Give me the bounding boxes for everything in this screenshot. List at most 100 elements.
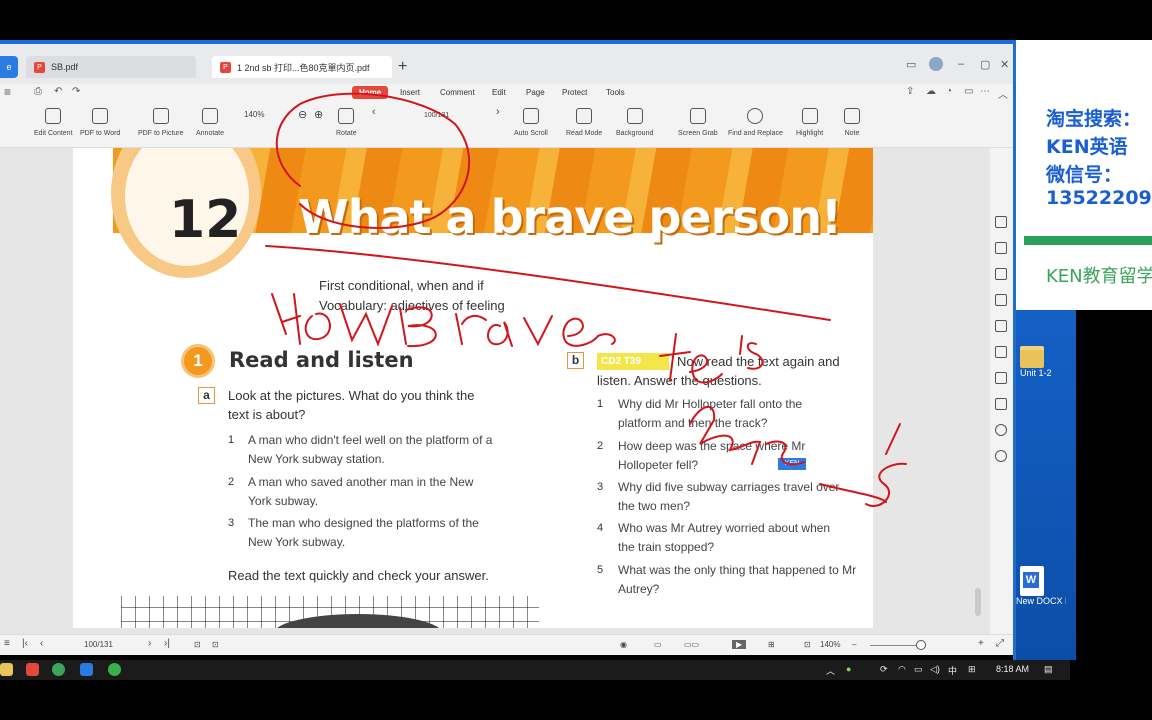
highlight-button[interactable]: Highlight: [796, 108, 823, 137]
fit-page-icon[interactable]: ⊡: [194, 640, 201, 649]
first-page-icon[interactable]: |‹: [22, 638, 28, 649]
menu-edit[interactable]: Edit: [492, 88, 506, 97]
chat-app-icon[interactable]: [52, 663, 65, 676]
next-page-icon[interactable]: ›: [496, 106, 500, 118]
clock[interactable]: 8:18 AM: [996, 664, 1029, 674]
zoom-slider-track[interactable]: [870, 645, 920, 646]
prev-page-icon[interactable]: ‹: [372, 106, 376, 118]
word-doc-icon: [1020, 566, 1044, 596]
pdf-to-word-button[interactable]: PDF to Word: [80, 108, 120, 137]
ad-line-3: 微信号：: [1046, 164, 1123, 186]
question-4: Who was Mr Autrey worried about when the…: [618, 521, 831, 554]
bell-icon[interactable]: ◔: [946, 86, 952, 97]
menu-page[interactable]: Page: [526, 88, 545, 97]
option-1: A man who didn't feel well on the platfo…: [248, 433, 493, 466]
sidebar-toggle-icon[interactable]: ≡: [4, 638, 10, 649]
status-page-indicator[interactable]: 100/131: [84, 640, 113, 649]
zoom-out-icon[interactable]: ⊖: [298, 108, 307, 121]
pen-icon[interactable]: [995, 320, 1007, 332]
vertical-scrollbar[interactable]: [975, 588, 981, 616]
layers-icon[interactable]: [995, 398, 1007, 410]
location-icon[interactable]: [995, 424, 1007, 436]
rotate-button[interactable]: Rotate: [336, 108, 357, 137]
find-replace-button[interactable]: Find and Replace: [728, 108, 783, 137]
zoom-out-small-icon[interactable]: –: [852, 640, 856, 649]
convert-icon[interactable]: [995, 216, 1007, 228]
home-tab-stub[interactable]: e: [0, 56, 18, 78]
document-view[interactable]: 12 What a brave person! First conditiona…: [0, 148, 990, 634]
pdf-to-picture-button[interactable]: PDF to Picture: [138, 108, 184, 137]
chat-icon[interactable]: ▭: [964, 86, 973, 97]
file-explorer-icon[interactable]: [0, 663, 13, 676]
menu-protect[interactable]: Protect: [562, 88, 587, 97]
menu-comment[interactable]: Comment: [440, 88, 475, 97]
crop-icon[interactable]: ⊡: [804, 640, 811, 649]
wifi-icon[interactable]: ◠: [898, 664, 906, 675]
upload-icon[interactable]: ☁: [926, 86, 936, 97]
collapse-icon[interactable]: ︿: [998, 86, 1008, 101]
tab-sb-pdf[interactable]: P SB.pdf: [26, 56, 196, 78]
status-zoom[interactable]: 140%: [820, 640, 840, 649]
background-button[interactable]: Background: [616, 108, 653, 137]
restore-icon[interactable]: ▢: [980, 58, 990, 71]
prev-page-icon[interactable]: ‹: [40, 638, 43, 649]
printer-icon[interactable]: [995, 372, 1007, 384]
tray-chevron-icon[interactable]: ︿: [826, 664, 835, 677]
help-icon[interactable]: [995, 450, 1007, 462]
note-button[interactable]: Note: [844, 108, 860, 137]
menu-insert[interactable]: Insert: [400, 88, 420, 97]
menu-tools[interactable]: Tools: [606, 88, 625, 97]
layout-icon[interactable]: ▭: [906, 58, 916, 71]
tab-active-pdf[interactable]: P 1 2nd sb 打印...色80克單内页.pdf: [212, 56, 392, 78]
sign-icon[interactable]: [995, 294, 1007, 306]
page-indicator[interactable]: 100/131: [424, 112, 449, 119]
ime-indicator[interactable]: 中: [948, 664, 957, 677]
notification-icon[interactable]: ▤: [1044, 664, 1053, 675]
picture-convert-icon: [152, 108, 169, 124]
eye-view-icon[interactable]: ◉: [620, 640, 627, 649]
last-page-icon[interactable]: ›|: [164, 638, 170, 649]
undo-icon[interactable]: ↶: [54, 86, 62, 97]
ad-divider: [1024, 236, 1152, 245]
screen-grab-button[interactable]: Screen Grab: [678, 108, 718, 137]
next-page-icon[interactable]: ›: [148, 638, 151, 649]
close-icon[interactable]: ✕: [1000, 58, 1009, 71]
keyboard-icon[interactable]: ⊞: [968, 664, 976, 675]
minimize-icon[interactable]: –: [958, 58, 964, 70]
list-icon[interactable]: [995, 346, 1007, 358]
fullscreen-icon[interactable]: ⤢: [996, 638, 1004, 649]
share-icon[interactable]: ⇪: [906, 86, 914, 97]
avatar[interactable]: [929, 57, 943, 71]
zoom-slider-knob[interactable]: [916, 640, 926, 650]
fit-width-icon[interactable]: ⊞: [768, 640, 775, 649]
zoom-in-icon[interactable]: ⊕: [314, 108, 323, 121]
desktop-docx-file[interactable]: New DOCX Document.d...: [1016, 566, 1066, 606]
option-number: 3: [228, 517, 235, 529]
wechat-icon[interactable]: [108, 663, 121, 676]
tray-sync-icon[interactable]: ⟳: [880, 664, 888, 675]
edit-content-button[interactable]: Edit Content: [34, 108, 73, 137]
tray-app-icon[interactable]: ●: [846, 664, 851, 674]
new-tab-button[interactable]: +: [398, 58, 407, 76]
desktop-folder-unit[interactable]: Unit 1-2: [1020, 346, 1052, 378]
two-page-icon[interactable]: ▭▭: [684, 640, 699, 649]
redo-icon[interactable]: ↷: [72, 86, 80, 97]
zoom-in-small-icon[interactable]: +: [978, 638, 984, 649]
battery-icon[interactable]: ▭: [914, 664, 923, 675]
edit-side-icon[interactable]: [995, 242, 1007, 254]
play-icon[interactable]: ▶: [732, 640, 747, 649]
volume-icon[interactable]: ◁): [930, 664, 940, 675]
photos-icon[interactable]: [80, 663, 93, 676]
rotate-view-icon[interactable]: ⊡: [212, 640, 219, 649]
wps-icon[interactable]: [26, 663, 39, 676]
menu-home[interactable]: Home: [352, 86, 389, 99]
document-icon[interactable]: [995, 268, 1007, 280]
print-icon[interactable]: ⎙: [34, 86, 42, 97]
hamburger-icon[interactable]: ≡: [4, 85, 11, 99]
zoom-value[interactable]: 140%: [244, 110, 264, 119]
auto-scroll-button[interactable]: Auto Scroll: [514, 108, 548, 137]
single-page-icon[interactable]: ▭: [654, 640, 662, 649]
read-mode-button[interactable]: Read Mode: [566, 108, 602, 137]
more-icon[interactable]: ⋯: [980, 86, 990, 97]
annotate-button[interactable]: Annotate: [196, 108, 224, 137]
